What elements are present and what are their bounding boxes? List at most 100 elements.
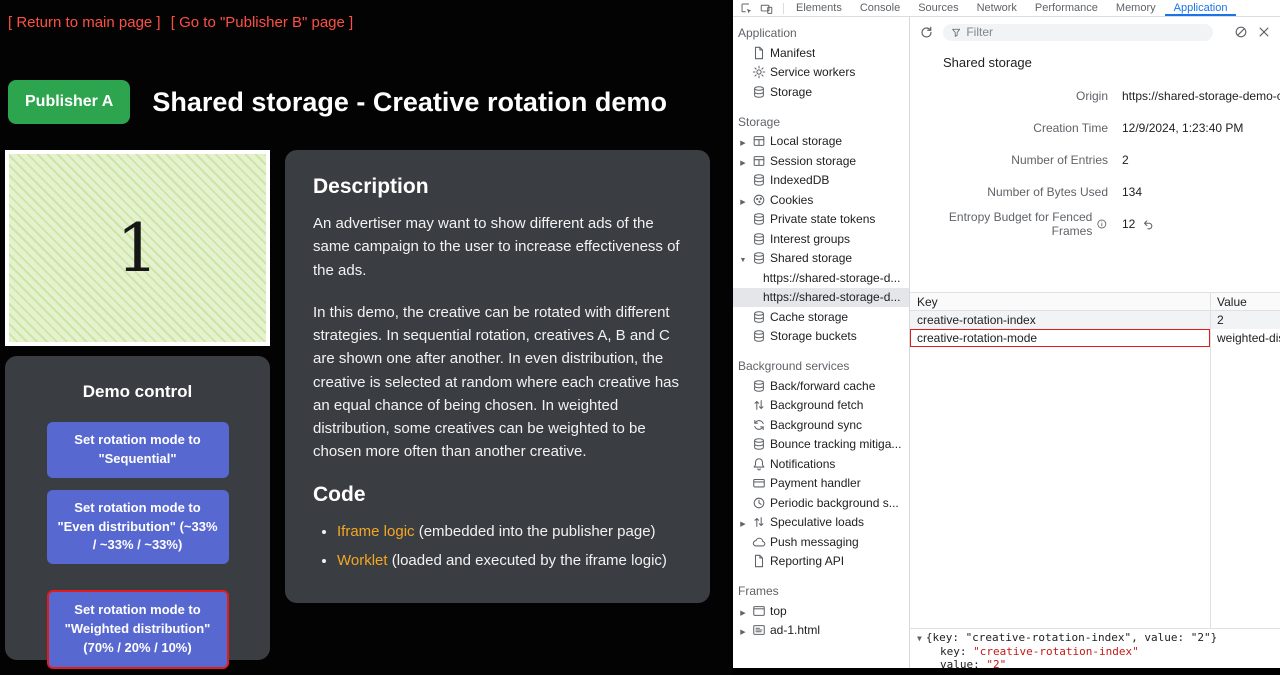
sidebar-item-back-forward-cache[interactable]: Back/forward cache [733,376,909,396]
sidebar-item-session-storage[interactable]: Session storage [733,151,909,171]
database-icon [752,310,766,324]
tab-elements[interactable]: Elements [787,0,851,16]
sidebar-item-reporting-api[interactable]: Reporting API [733,552,909,572]
sidebar-item-indexeddb[interactable]: IndexedDB [733,171,909,191]
sidebar-item-notifications[interactable]: Notifications [733,454,909,474]
set-even-distribution-button[interactable]: Set rotation mode to "Even distribution"… [47,490,229,565]
chevron-right-icon[interactable] [738,604,748,618]
go-to-publisher-b-link[interactable]: [ Go to "Publisher B" page ] [171,14,353,31]
inspect-element-icon[interactable] [740,2,753,15]
preview-key: key: [940,645,967,658]
creative-number: 1 [117,210,159,287]
description-paragraph-1: An advertiser may want to show different… [313,212,682,282]
sidebar-item-label: Speculative loads [770,515,864,529]
sidebar-section-storage: Storage [733,112,909,132]
column-divider[interactable] [1210,293,1211,628]
sidebar-section-application: Application [733,23,909,43]
chevron-right-icon[interactable] [738,134,748,148]
sidebar-item-label: Interest groups [770,232,850,246]
sidebar-item-storage[interactable]: Storage [733,82,909,102]
database-icon [752,379,766,393]
sidebar-item-shared-storage-origin-2[interactable]: https://shared-storage-d... [733,288,909,308]
sidebar-item-payment-handler[interactable]: Payment handler [733,474,909,494]
table-cell-key[interactable]: creative-rotation-index [910,311,1210,329]
tab-memory[interactable]: Memory [1107,0,1165,16]
sidebar-item-shared-storage-origin-1[interactable]: https://shared-storage-d... [733,268,909,288]
close-icon[interactable] [1257,25,1271,39]
gear-icon [752,65,766,79]
table-row[interactable]: creative-rotation-mode weighted-dist [910,329,1280,347]
table-cell-key-highlighted[interactable]: creative-rotation-mode [910,329,1210,347]
sidebar-item-speculative-loads[interactable]: Speculative loads [733,513,909,533]
chevron-right-icon[interactable] [738,515,748,529]
sidebar-section-frames: Frames [733,581,909,601]
sidebar-item-label: Push messaging [770,535,859,549]
chevron-right-icon[interactable] [738,623,748,637]
database-icon [752,251,766,265]
tab-performance[interactable]: Performance [1026,0,1107,16]
metadata-value-text: 12 [1122,217,1135,231]
clear-all-icon[interactable] [1234,25,1248,39]
sidebar-item-label: Back/forward cache [770,379,875,393]
metadata-value: 12 [1108,217,1280,231]
iframe-logic-link[interactable]: Iframe logic [337,523,415,540]
table-icon [752,134,766,148]
sidebar-item-private-state-tokens[interactable]: Private state tokens [733,210,909,230]
sidebar-item-cookies[interactable]: Cookies [733,190,909,210]
sidebar-item-background-sync[interactable]: Background sync [733,415,909,435]
refresh-icon[interactable] [919,25,934,40]
sidebar-item-periodic-background-sync[interactable]: Periodic background s... [733,493,909,513]
cloud-icon [752,535,766,549]
preview-entry: key: "creative-rotation-index" [917,645,1273,658]
sidebar-item-shared-storage[interactable]: Shared storage [733,249,909,269]
tab-sources[interactable]: Sources [909,0,967,16]
chevron-down-icon[interactable] [738,251,748,265]
database-icon [752,329,766,343]
tab-network[interactable]: Network [968,0,1026,16]
sidebar-item-label: IndexedDB [770,173,829,187]
table-row[interactable]: creative-rotation-index 2 [910,311,1280,329]
tab-console[interactable]: Console [851,0,909,16]
info-icon[interactable] [1096,218,1108,230]
sidebar-item-local-storage[interactable]: Local storage [733,132,909,152]
table-cell-value[interactable]: weighted-dist [1210,329,1280,347]
sidebar-item-frame-top[interactable]: top [733,601,909,621]
sidebar-item-frame-ad-1[interactable]: ad-1.html [733,621,909,641]
return-to-main-page-link[interactable]: [ Return to main page ] [8,14,161,31]
chevron-right-icon[interactable] [738,193,748,207]
sidebar-item-background-fetch[interactable]: Background fetch [733,396,909,416]
sidebar-item-label: Manifest [770,46,815,60]
key-column-header[interactable]: Key [910,293,1210,310]
sidebar-item-cache-storage[interactable]: Cache storage [733,307,909,327]
set-sequential-button[interactable]: Set rotation mode to "Sequential" [47,422,229,478]
device-toolbar-icon[interactable] [760,2,773,15]
top-navigation: [ Return to main page ] [ Go to "Publish… [8,14,359,31]
sidebar-item-manifest[interactable]: Manifest [733,43,909,63]
sidebar-item-label: Cache storage [770,310,848,324]
devtools-window: Elements Console Sources Network Perform… [733,0,1280,668]
database-icon [752,173,766,187]
up-down-arrows-icon [752,515,766,529]
set-weighted-distribution-button[interactable]: Set rotation mode to "Weighted distribut… [47,590,229,669]
sidebar-item-bounce-tracking-mitigations[interactable]: Bounce tracking mitiga... [733,435,909,455]
database-icon [752,212,766,226]
sidebar-item-service-workers[interactable]: Service workers [733,63,909,83]
chevron-right-icon[interactable] [738,154,748,168]
sidebar-item-interest-groups[interactable]: Interest groups [733,229,909,249]
sidebar-item-push-messaging[interactable]: Push messaging [733,532,909,552]
filter-input[interactable] [966,25,1205,39]
value-column-header[interactable]: Value [1210,293,1280,310]
triangle-down-icon[interactable] [917,631,926,644]
sidebar-item-storage-buckets[interactable]: Storage buckets [733,327,909,347]
preview-key: value: [940,658,980,668]
worklet-link[interactable]: Worklet [337,552,388,569]
sidebar-item-label: https://shared-storage-d... [763,271,900,285]
reset-budget-icon[interactable] [1142,218,1155,231]
table-cell-value[interactable]: 2 [1210,311,1280,329]
sidebar-section-background-services: Background services [733,356,909,376]
panel-title: Shared storage [910,47,1280,76]
toolbar-separator [783,3,784,14]
tab-application[interactable]: Application [1165,0,1237,16]
publisher-page: [ Return to main page ] [ Go to "Publish… [0,0,733,675]
publisher-a-badge[interactable]: Publisher A [8,80,130,124]
